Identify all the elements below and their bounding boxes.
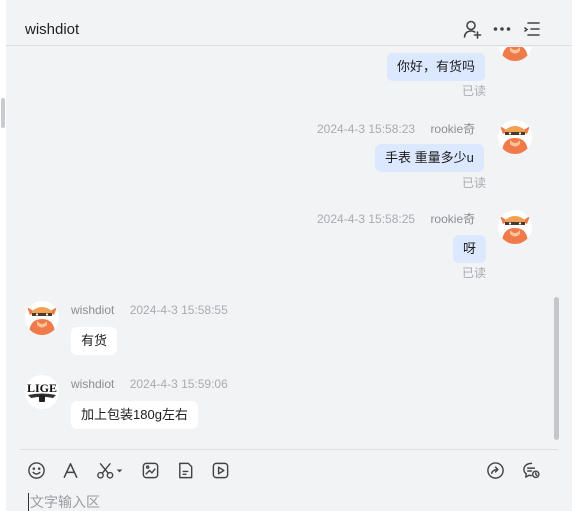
sender-name: wishdiot xyxy=(71,303,115,317)
message-bubble[interactable]: 加上包装180g左右 xyxy=(71,401,198,429)
file-icon[interactable] xyxy=(175,460,195,480)
message-time: 2024-4-3 15:58:55 xyxy=(129,303,228,317)
add-contact-icon[interactable] xyxy=(461,18,483,40)
sender-name: wishdiot xyxy=(71,377,115,391)
message-meta: wishdiot 2024-4-3 15:58:55 xyxy=(71,303,228,317)
image-icon[interactable] xyxy=(140,460,160,480)
message-time: 2024-4-3 15:58:25 xyxy=(317,212,416,226)
read-status: 已读 xyxy=(462,84,487,98)
avatar[interactable] xyxy=(498,120,532,154)
chat-panel: wishdiot 你好，有货吗 已读 2024-4-3 15:58:23 roo… xyxy=(6,0,572,511)
list-icon[interactable] xyxy=(521,18,543,40)
message-meta: wishdiot 2024-4-3 15:59:06 xyxy=(71,377,228,391)
message-bubble[interactable]: 有货 xyxy=(71,327,118,355)
message-time: 2024-4-3 15:59:06 xyxy=(129,377,228,391)
right-edge xyxy=(572,0,578,511)
read-status: 已读 xyxy=(462,266,487,280)
message-bubble[interactable]: 你好，有货吗 xyxy=(387,53,486,81)
avatar[interactable] xyxy=(498,47,532,61)
left-scroll-handle[interactable] xyxy=(1,98,5,128)
font-icon[interactable] xyxy=(60,460,80,480)
sender-name: rookie奇 xyxy=(430,122,476,136)
message-input[interactable]: 文字输入区 xyxy=(28,493,548,511)
svg-text:LIGE: LIGE xyxy=(27,381,57,395)
message-time: 2024-4-3 15:58:23 xyxy=(317,122,416,136)
chat-header: wishdiot xyxy=(6,0,572,46)
more-icon[interactable] xyxy=(491,18,513,40)
message-bubble[interactable]: 手表 重量多少u xyxy=(375,144,484,172)
brand-logo-avatar[interactable]: LIGE xyxy=(25,375,59,409)
message-scrollbar[interactable] xyxy=(554,297,559,440)
chat-history-icon[interactable] xyxy=(521,460,541,480)
screenshot-icon[interactable] xyxy=(95,460,125,480)
message-list[interactable]: 你好，有货吗 已读 2024-4-3 15:58:23 rookie奇 手表 重… xyxy=(6,47,572,449)
composer-toolbar xyxy=(6,450,572,490)
message-meta: 2024-4-3 15:58:25 rookie奇 xyxy=(317,210,475,227)
sender-name: rookie奇 xyxy=(430,212,476,226)
message-bubble[interactable]: 呀 xyxy=(453,235,487,263)
chat-title: wishdiot xyxy=(25,21,80,38)
forward-icon[interactable] xyxy=(485,460,505,480)
avatar[interactable] xyxy=(25,301,59,335)
video-icon[interactable] xyxy=(210,460,230,480)
read-status: 已读 xyxy=(462,176,487,190)
emoji-icon[interactable] xyxy=(26,460,46,480)
avatar[interactable] xyxy=(498,210,532,244)
message-meta: 2024-4-3 15:58:23 rookie奇 xyxy=(317,120,475,137)
